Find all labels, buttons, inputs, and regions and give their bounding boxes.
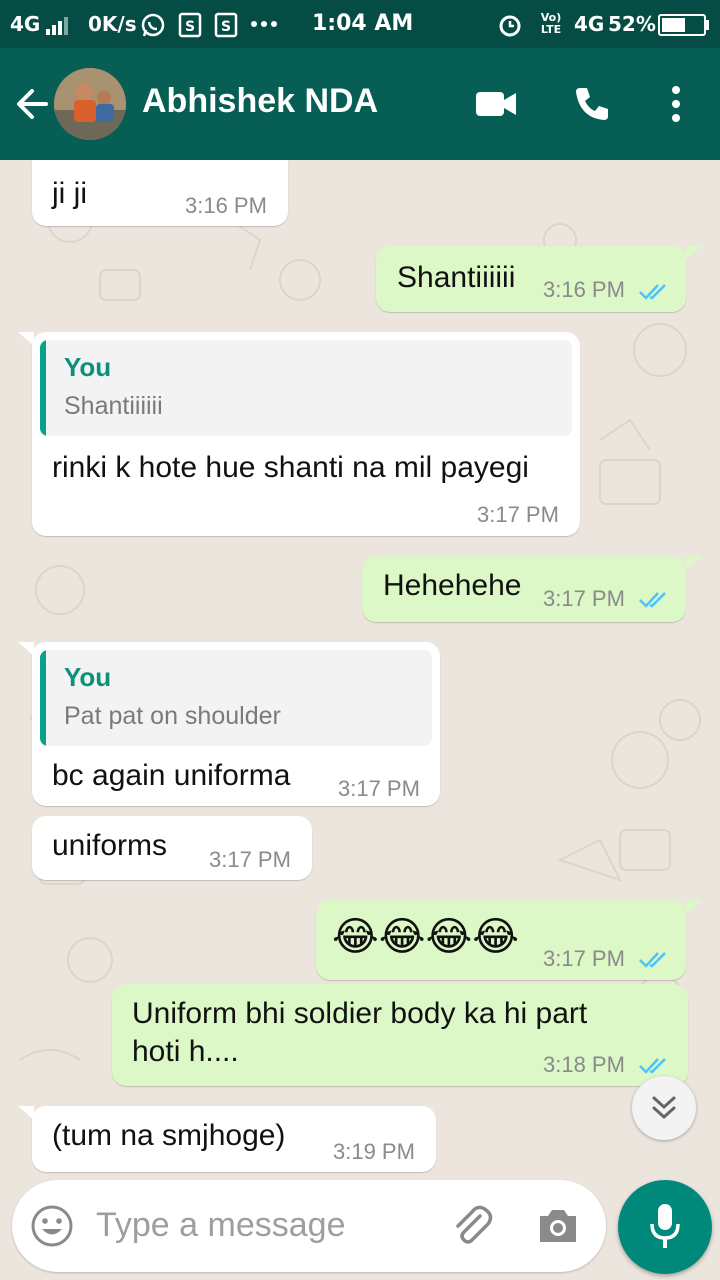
battery-percent: 52% (608, 12, 656, 36)
quote-text: Pat pat on shoulder (64, 702, 281, 730)
quote-bar (40, 650, 46, 746)
more-dots-icon (251, 21, 277, 27)
chat-area[interactable]: ji ji 3:16 PM Shantiiiiii 3:16 PM You Sh… (0, 160, 720, 1180)
message-text: ji ji (52, 177, 87, 210)
message-time: 3:17 PM (477, 502, 559, 527)
emoji-icon[interactable] (30, 1204, 74, 1248)
message-text: uniforms (52, 829, 168, 862)
phone-icon[interactable] (572, 84, 612, 124)
network-speed: 0K/s (88, 12, 137, 36)
quote-text: Shantiiiiii (64, 392, 163, 420)
bubble-tail (686, 900, 702, 914)
message-bubble-incoming[interactable]: uniforms 3:17 PM (32, 816, 312, 880)
voice-message-button[interactable] (618, 1180, 712, 1274)
network-type-left: 4G (10, 12, 41, 36)
message-bubble-incoming[interactable]: ji ji 3:16 PM (32, 160, 288, 226)
message-text: (tum na smjhoge) (52, 1119, 286, 1152)
video-call-icon[interactable] (474, 88, 518, 120)
message-input-placeholder[interactable]: Type a message (96, 1206, 345, 1245)
composer-bar: Type a message (0, 1180, 720, 1280)
battery-icon (658, 14, 709, 36)
clock: 1:04 AM (312, 11, 414, 36)
message-bubble-outgoing[interactable]: Uniform bhi soldier body ka hi part hoti… (112, 984, 688, 1086)
message-time: 3:16 PM (185, 193, 267, 218)
message-bubble-incoming[interactable]: You Shantiiiiii rinki k hote hue shanti … (32, 332, 580, 536)
message-time: 3:19 PM (333, 1139, 415, 1164)
message-input-box[interactable]: Type a message (12, 1180, 606, 1272)
message-bubble-incoming[interactable]: (tum na smjhoge) 3:19 PM (32, 1106, 436, 1172)
message-text: bc again uniforma (52, 759, 291, 792)
message-time: 3:17 PM (338, 776, 420, 801)
sim-icon: S (178, 12, 202, 38)
read-ticks-icon (639, 592, 666, 608)
alarm-icon (499, 15, 521, 37)
quote-bar (40, 340, 46, 436)
status-bar: 4G 0K/s S S 1:04 AM Vo) LTE 4G 52% (0, 0, 720, 48)
message-text: Hehehehe (383, 569, 522, 602)
message-text-line-1: Uniform bhi soldier body ka hi part (132, 997, 588, 1030)
more-vert-icon[interactable] (666, 84, 686, 124)
quote-author: You (64, 662, 112, 692)
svg-text:S: S (185, 19, 195, 35)
avatar[interactable] (54, 68, 126, 140)
message-bubble-outgoing[interactable]: Hehehehe 3:17 PM (362, 556, 686, 622)
read-ticks-icon (639, 1058, 666, 1074)
quote-author: You (64, 352, 112, 382)
network-type-right: 4G (574, 12, 605, 36)
scroll-down-icon (652, 1096, 676, 1120)
quoted-message[interactable]: You Pat pat on shoulder (40, 650, 432, 746)
message-time: 3:18 PM (543, 1052, 625, 1077)
signal-icon (46, 17, 68, 35)
message-time: 3:16 PM (543, 277, 625, 302)
bubble-tail (686, 556, 702, 570)
contact-name[interactable]: Abhishek NDA (142, 82, 378, 121)
message-time: 3:17 PM (209, 847, 291, 872)
message-bubble-outgoing[interactable]: Shantiiiiii 3:16 PM (376, 246, 686, 312)
scroll-down-button[interactable] (632, 1076, 696, 1140)
message-text: rinki k hote hue shanti na mil payegi (52, 451, 529, 484)
whatsapp-icon (141, 13, 165, 37)
svg-text:S: S (221, 19, 231, 35)
read-ticks-icon (639, 952, 666, 968)
sim-icon: S (214, 12, 238, 38)
message-bubble-incoming[interactable]: You Pat pat on shoulder bc again uniform… (32, 642, 440, 806)
message-time: 3:17 PM (543, 586, 625, 611)
message-emoji: 😂😂😂😂 (332, 914, 519, 960)
message-text: Shantiiiiii (397, 261, 516, 294)
quoted-message[interactable]: You Shantiiiiii (40, 340, 572, 436)
bubble-tail (686, 246, 702, 260)
read-ticks-icon (639, 284, 666, 300)
camera-icon[interactable] (536, 1206, 580, 1246)
chat-header: Abhishek NDA (0, 48, 720, 160)
message-time: 3:17 PM (543, 946, 625, 971)
attach-icon[interactable] (448, 1202, 496, 1250)
message-text-line-2: hoti h.... (132, 1035, 239, 1068)
volte-indicator: Vo) LTE (540, 11, 562, 36)
mic-icon (650, 1204, 680, 1248)
message-bubble-outgoing[interactable]: 😂😂😂😂 3:17 PM (316, 900, 686, 980)
back-arrow-icon[interactable] (14, 86, 50, 122)
